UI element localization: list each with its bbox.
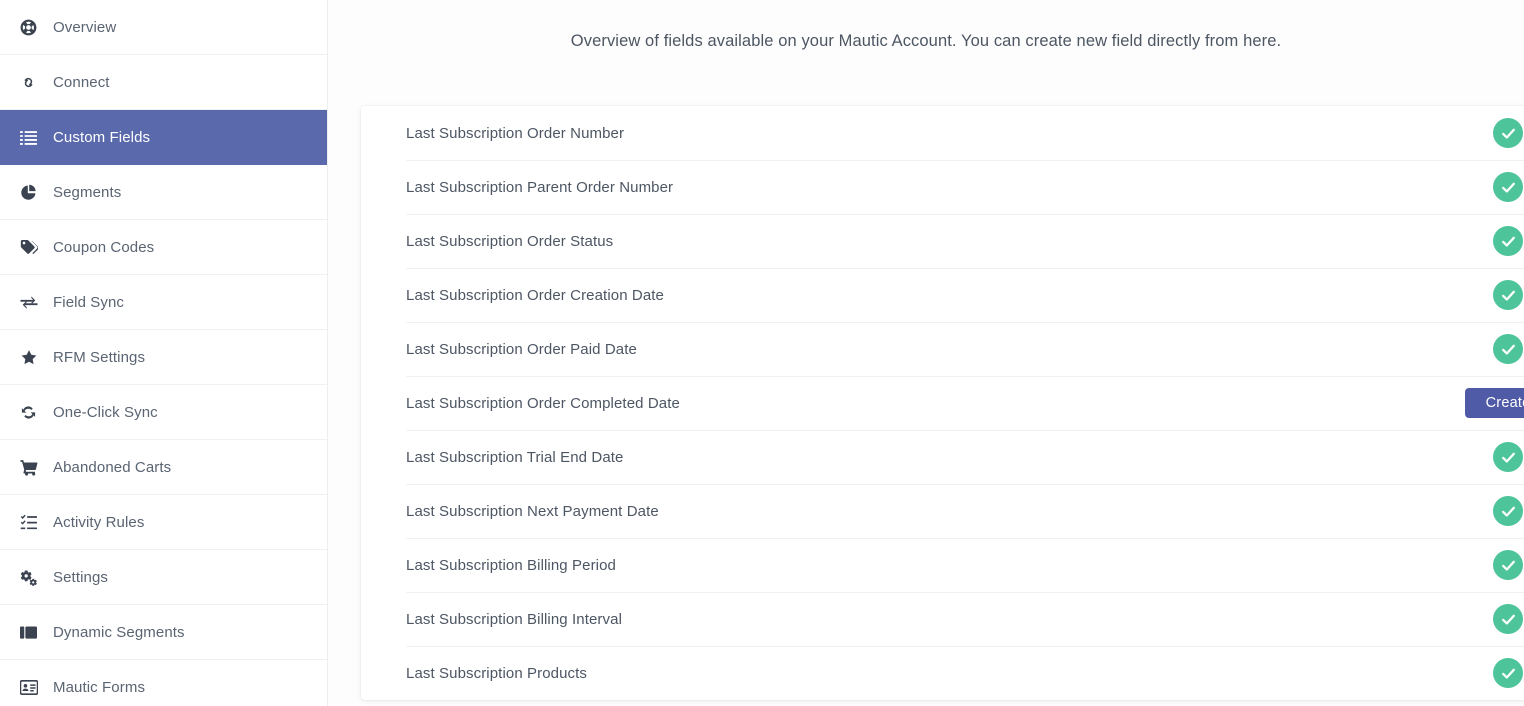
field-status-cell bbox=[1421, 172, 1524, 202]
refresh-icon bbox=[20, 404, 46, 421]
list-icon bbox=[20, 129, 46, 146]
check-circle-icon bbox=[1493, 226, 1523, 256]
field-status-cell bbox=[1421, 280, 1524, 310]
sidebar-item-settings[interactable]: Settings bbox=[0, 550, 327, 605]
field-status-cell bbox=[1421, 604, 1524, 634]
check-circle-icon bbox=[1493, 172, 1523, 202]
field-row: Last Subscription Billing Period bbox=[361, 538, 1524, 592]
sidebar-item-custom-fields[interactable]: Custom Fields bbox=[0, 110, 327, 165]
field-status-cell bbox=[1421, 226, 1524, 256]
field-status-cell bbox=[1421, 496, 1524, 526]
id-card-icon bbox=[20, 679, 46, 695]
gears-icon bbox=[20, 569, 46, 586]
sidebar-item-label: Settings bbox=[53, 568, 108, 586]
sidebar-item-label: Activity Rules bbox=[53, 513, 145, 531]
sidebar-item-field-sync[interactable]: Field Sync bbox=[0, 275, 327, 330]
check-circle-icon bbox=[1493, 604, 1523, 634]
pie-chart-icon bbox=[20, 184, 46, 201]
copy-icon bbox=[20, 624, 46, 641]
sidebar-item-abandoned-carts[interactable]: Abandoned Carts bbox=[0, 440, 327, 495]
shopping-cart-icon bbox=[20, 459, 46, 476]
create-field-button[interactable]: Create bbox=[1465, 388, 1524, 418]
sidebar: Overview Connect Custom Fields Segments Coup… bbox=[0, 0, 328, 706]
field-name: Last Subscription Billing Interval bbox=[406, 610, 623, 628]
check-circle-icon bbox=[1493, 118, 1523, 148]
field-status-cell bbox=[1421, 334, 1524, 364]
field-name: Last Subscription Order Paid Date bbox=[406, 340, 637, 358]
field-name: Last Subscription Products bbox=[406, 664, 588, 682]
sidebar-item-label: One-Click Sync bbox=[53, 403, 158, 421]
field-row: Last Subscription Billing Interval bbox=[361, 592, 1524, 646]
sidebar-item-rfm-settings[interactable]: RFM Settings bbox=[0, 330, 327, 385]
sidebar-item-label: Connect bbox=[53, 73, 110, 91]
field-row: Last Subscription Order Completed Date Cr… bbox=[361, 376, 1524, 430]
link-icon bbox=[20, 74, 46, 91]
field-row: Last Subscription Order Paid Date bbox=[361, 322, 1524, 376]
field-name: Last Subscription Order Status bbox=[406, 232, 614, 250]
page-header: Overview of fields available on your Mau… bbox=[328, 0, 1524, 82]
sidebar-item-connect[interactable]: Connect bbox=[0, 55, 327, 110]
custom-fields-card: Last Subscription Order Number Last Subsc… bbox=[361, 106, 1524, 700]
sidebar-item-dynamic-segments[interactable]: Dynamic Segments bbox=[0, 605, 327, 660]
field-status-cell: Create bbox=[1421, 388, 1524, 418]
sidebar-item-coupon-codes[interactable]: Coupon Codes bbox=[0, 220, 327, 275]
check-circle-icon bbox=[1493, 334, 1523, 364]
lifebuoy-icon bbox=[20, 19, 46, 36]
field-name: Last Subscription Order Number bbox=[406, 124, 625, 142]
exchange-arrows-icon bbox=[20, 294, 46, 311]
field-row: Last Subscription Products bbox=[361, 646, 1524, 700]
field-name: Last Subscription Order Creation Date bbox=[406, 286, 664, 304]
field-name: Last Subscription Parent Order Number bbox=[406, 178, 674, 196]
sidebar-item-label: Coupon Codes bbox=[53, 238, 155, 256]
field-name: Last Subscription Trial End Date bbox=[406, 448, 624, 466]
check-circle-icon bbox=[1493, 658, 1523, 688]
check-circle-icon bbox=[1493, 496, 1523, 526]
field-status-cell bbox=[1421, 442, 1524, 472]
check-circle-icon bbox=[1493, 550, 1523, 580]
field-row: Last Subscription Order Status bbox=[361, 214, 1524, 268]
sidebar-item-overview[interactable]: Overview bbox=[0, 0, 327, 55]
check-circle-icon bbox=[1493, 442, 1523, 472]
field-row: Last Subscription Order Number bbox=[361, 106, 1524, 160]
sidebar-item-label: Segments bbox=[53, 183, 122, 201]
tags-icon bbox=[20, 239, 46, 256]
star-icon bbox=[20, 349, 46, 366]
field-status-cell bbox=[1421, 658, 1524, 688]
sidebar-item-label: Custom Fields bbox=[53, 128, 151, 146]
sidebar-item-label: Field Sync bbox=[53, 293, 125, 311]
field-name: Last Subscription Billing Period bbox=[406, 556, 616, 574]
page-subtitle: Overview of fields available on your Mau… bbox=[570, 31, 1282, 50]
field-row: Last Subscription Parent Order Number bbox=[361, 160, 1524, 214]
field-row: Last Subscription Trial End Date bbox=[361, 430, 1524, 484]
field-name: Last Subscription Next Payment Date bbox=[406, 502, 659, 520]
task-list-icon bbox=[20, 514, 46, 531]
sidebar-item-label: Overview bbox=[53, 18, 117, 36]
field-status-cell bbox=[1421, 118, 1524, 148]
sidebar-item-one-click-sync[interactable]: One-Click Sync bbox=[0, 385, 327, 440]
sidebar-item-label: RFM Settings bbox=[53, 348, 146, 366]
field-row: Last Subscription Order Creation Date bbox=[361, 268, 1524, 322]
field-name: Last Subscription Order Completed Date bbox=[406, 394, 680, 412]
sidebar-item-activity-rules[interactable]: Activity Rules bbox=[0, 495, 327, 550]
sidebar-item-mautic-forms[interactable]: Mautic Forms bbox=[0, 660, 327, 706]
sidebar-item-label: Dynamic Segments bbox=[53, 623, 185, 641]
field-status-cell bbox=[1421, 550, 1524, 580]
field-row: Last Subscription Next Payment Date bbox=[361, 484, 1524, 538]
sidebar-item-label: Abandoned Carts bbox=[53, 458, 172, 476]
sidebar-item-segments[interactable]: Segments bbox=[0, 165, 327, 220]
check-circle-icon bbox=[1493, 280, 1523, 310]
app-root: Overview Connect Custom Fields Segments Coup… bbox=[0, 0, 1524, 706]
main-content: Overview of fields available on your Mau… bbox=[328, 0, 1524, 706]
sidebar-item-label: Mautic Forms bbox=[53, 678, 146, 696]
